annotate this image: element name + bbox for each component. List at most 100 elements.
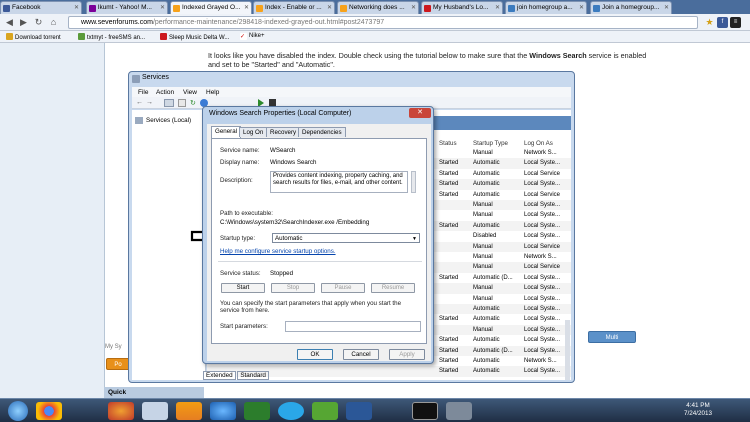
- tab-recovery[interactable]: Recovery: [266, 127, 301, 137]
- refresh-icon[interactable]: ↻: [190, 99, 198, 107]
- menu-icon[interactable]: ≡: [730, 17, 741, 28]
- service-logon-cell: Local Syste...: [524, 181, 561, 188]
- service-startup-cell: Manual: [473, 243, 493, 250]
- close-tab-icon[interactable]: ✕: [327, 4, 332, 11]
- start-params-input[interactable]: [285, 321, 421, 332]
- system-clock[interactable]: 4:41 PM 7/24/2013: [684, 402, 712, 418]
- skype-icon[interactable]: [278, 402, 304, 420]
- chrome-icon[interactable]: [36, 402, 62, 420]
- bookmark-item[interactable]: Download torrent: [6, 33, 61, 41]
- bookmark-item[interactable]: Sleep Music Delta W...: [160, 33, 229, 41]
- service-name-value: WSearch: [270, 147, 296, 154]
- forward-icon[interactable]: ▶: [18, 17, 29, 28]
- stop-button[interactable]: Stop: [271, 283, 315, 293]
- clock-time: 4:41 PM: [686, 402, 710, 409]
- reload-icon[interactable]: ↻: [33, 17, 44, 28]
- list-scrollbar[interactable]: [565, 320, 570, 380]
- network-icon[interactable]: [142, 402, 168, 420]
- close-icon[interactable]: ✕: [409, 108, 431, 118]
- cmd-icon[interactable]: [412, 402, 438, 420]
- cancel-button[interactable]: Cancel: [343, 349, 379, 360]
- start-button[interactable]: Start: [221, 283, 265, 293]
- apply-button[interactable]: Apply: [389, 349, 425, 360]
- tree-item-services-local[interactable]: Services (Local): [146, 117, 191, 124]
- service-startup-cell: Automatic: [473, 368, 500, 375]
- word-icon[interactable]: [346, 402, 372, 420]
- back-icon[interactable]: ◀: [4, 17, 15, 28]
- start-orb-icon[interactable]: [8, 401, 28, 421]
- tab-extended[interactable]: Extended: [203, 371, 236, 380]
- vlc-icon[interactable]: [176, 402, 202, 420]
- help-link[interactable]: Help me configure service startup option…: [220, 248, 336, 255]
- service-startup-cell: Automatic: [473, 306, 500, 312]
- bookmark-item[interactable]: ✓ Nike+: [240, 33, 265, 40]
- startup-type-value: Automatic: [275, 235, 303, 242]
- service-status-cell: Started: [439, 222, 459, 229]
- service-startup-cell: Manual: [473, 295, 493, 302]
- service-logon-cell: Local Syste...: [524, 233, 561, 240]
- firefox-icon[interactable]: [108, 402, 134, 420]
- address-bar[interactable]: www.sevenforums.com/performance-maintena…: [68, 16, 698, 29]
- description-scrollbar[interactable]: [411, 171, 416, 193]
- description-label: Description:: [220, 177, 253, 184]
- bookmark-item[interactable]: txtmyt - freeSMS an...: [78, 33, 145, 41]
- close-tab-icon[interactable]: ✕: [664, 4, 669, 11]
- quick-reply-label: Quick: [104, 387, 204, 398]
- star-icon[interactable]: ★: [704, 17, 715, 28]
- menu-action[interactable]: Action: [156, 89, 174, 96]
- service-startup-cell: Manual: [473, 150, 493, 156]
- startup-type-select[interactable]: Automatic ▼: [272, 233, 420, 243]
- home-icon[interactable]: ⌂: [48, 17, 59, 28]
- post-button[interactable]: Po: [106, 358, 130, 370]
- service-status-cell: Started: [439, 347, 459, 354]
- column-status[interactable]: Status: [439, 140, 457, 147]
- close-tab-icon[interactable]: ✕: [74, 4, 79, 11]
- forward-arrow-icon[interactable]: →: [146, 99, 154, 107]
- tab-log-on[interactable]: Log On: [239, 127, 268, 137]
- browser-tab[interactable]: join homegroup a... ✕: [505, 1, 587, 14]
- settings-icon[interactable]: [446, 402, 472, 420]
- tab-standard[interactable]: Standard: [237, 371, 269, 380]
- tab-general[interactable]: General: [211, 126, 242, 138]
- browser-tab[interactable]: Indexed Grayed O... ✕: [170, 1, 252, 14]
- browser-tab[interactable]: Facebook ✕: [0, 1, 82, 14]
- extension-icon[interactable]: f: [717, 17, 728, 28]
- stop-icon[interactable]: [269, 99, 276, 106]
- column-log-on-as[interactable]: Log On As: [524, 140, 553, 147]
- close-tab-icon[interactable]: ✕: [244, 4, 249, 11]
- back-arrow-icon[interactable]: ←: [136, 99, 144, 107]
- pause-button[interactable]: Pause: [321, 283, 365, 293]
- browser-tab[interactable]: Index - Enable or ... ✕: [253, 1, 335, 14]
- ie-icon[interactable]: [210, 402, 236, 420]
- startup-type-label: Startup type:: [220, 235, 256, 242]
- menu-view[interactable]: View: [183, 89, 197, 96]
- browser-tab[interactable]: lkumt - Yahoo! M... ✕: [86, 1, 168, 14]
- menu-help[interactable]: Help: [206, 89, 219, 96]
- service-startup-cell: Automatic: [473, 170, 500, 177]
- browser-tab[interactable]: My Husband's Lo... ✕: [421, 1, 503, 14]
- menu-file[interactable]: File: [138, 89, 148, 96]
- service-status-cell: Started: [439, 274, 459, 281]
- service-startup-cell: Disabled: [473, 233, 497, 240]
- browser-tab[interactable]: Join a homegroup... ✕: [590, 1, 672, 14]
- service-logon-cell: Local Syste...: [524, 295, 561, 302]
- browser-tab[interactable]: Networking does ... ✕: [337, 1, 419, 14]
- services-tree-pane: Services (Local): [132, 110, 206, 380]
- service-startup-cell: Automatic: [473, 222, 500, 229]
- resume-button[interactable]: Resume: [371, 283, 415, 293]
- close-tab-icon[interactable]: ✕: [579, 4, 584, 11]
- browser-tab-label: Facebook: [12, 4, 41, 11]
- bookmark-label: txtmyt - freeSMS an...: [87, 35, 146, 41]
- close-tab-icon[interactable]: ✕: [411, 4, 416, 11]
- column-startup-type[interactable]: Startup Type: [473, 140, 508, 147]
- tab-dependencies[interactable]: Dependencies: [298, 127, 346, 137]
- close-tab-icon[interactable]: ✕: [495, 4, 500, 11]
- close-tab-icon[interactable]: ✕: [160, 4, 165, 11]
- multi-button[interactable]: Multi: [588, 331, 636, 343]
- utorrent-icon[interactable]: [312, 402, 338, 420]
- ok-button[interactable]: OK: [297, 349, 333, 360]
- camera-icon[interactable]: [244, 402, 270, 420]
- properties-icon[interactable]: [178, 99, 186, 107]
- console-tree-icon[interactable]: [164, 99, 174, 107]
- properties-dialog[interactable]: Windows Search Properties (Local Compute…: [202, 106, 434, 364]
